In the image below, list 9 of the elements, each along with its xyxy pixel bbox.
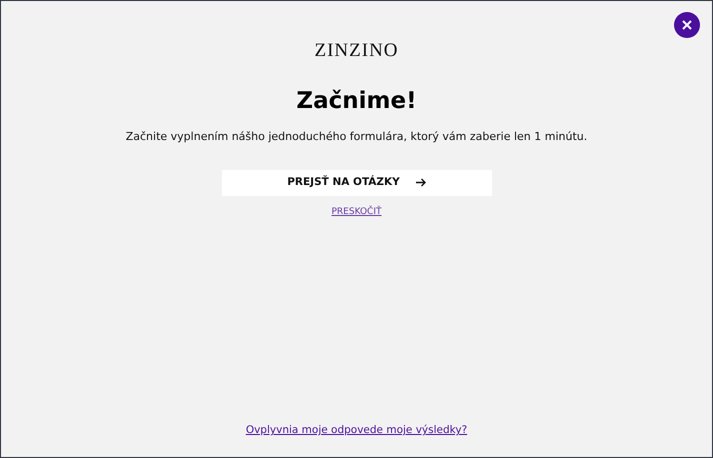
close-icon xyxy=(682,20,692,30)
subtitle: Začnite vyplnením nášho jednoduchého formulára, ktorý vám zaberie len 1 minútu. xyxy=(126,129,588,145)
start-button[interactable]: PREJSŤ NA OTÁZKY xyxy=(222,170,492,196)
arrow-right-icon xyxy=(416,178,426,187)
skip-link[interactable]: PRESKOČIŤ xyxy=(331,206,382,219)
results-link[interactable]: Ovplyvnia moje odpovede moje výsledky? xyxy=(246,423,468,439)
heading: Začnime! xyxy=(296,86,417,116)
logo: ZINZINO xyxy=(314,39,399,63)
close-button[interactable] xyxy=(674,12,700,38)
